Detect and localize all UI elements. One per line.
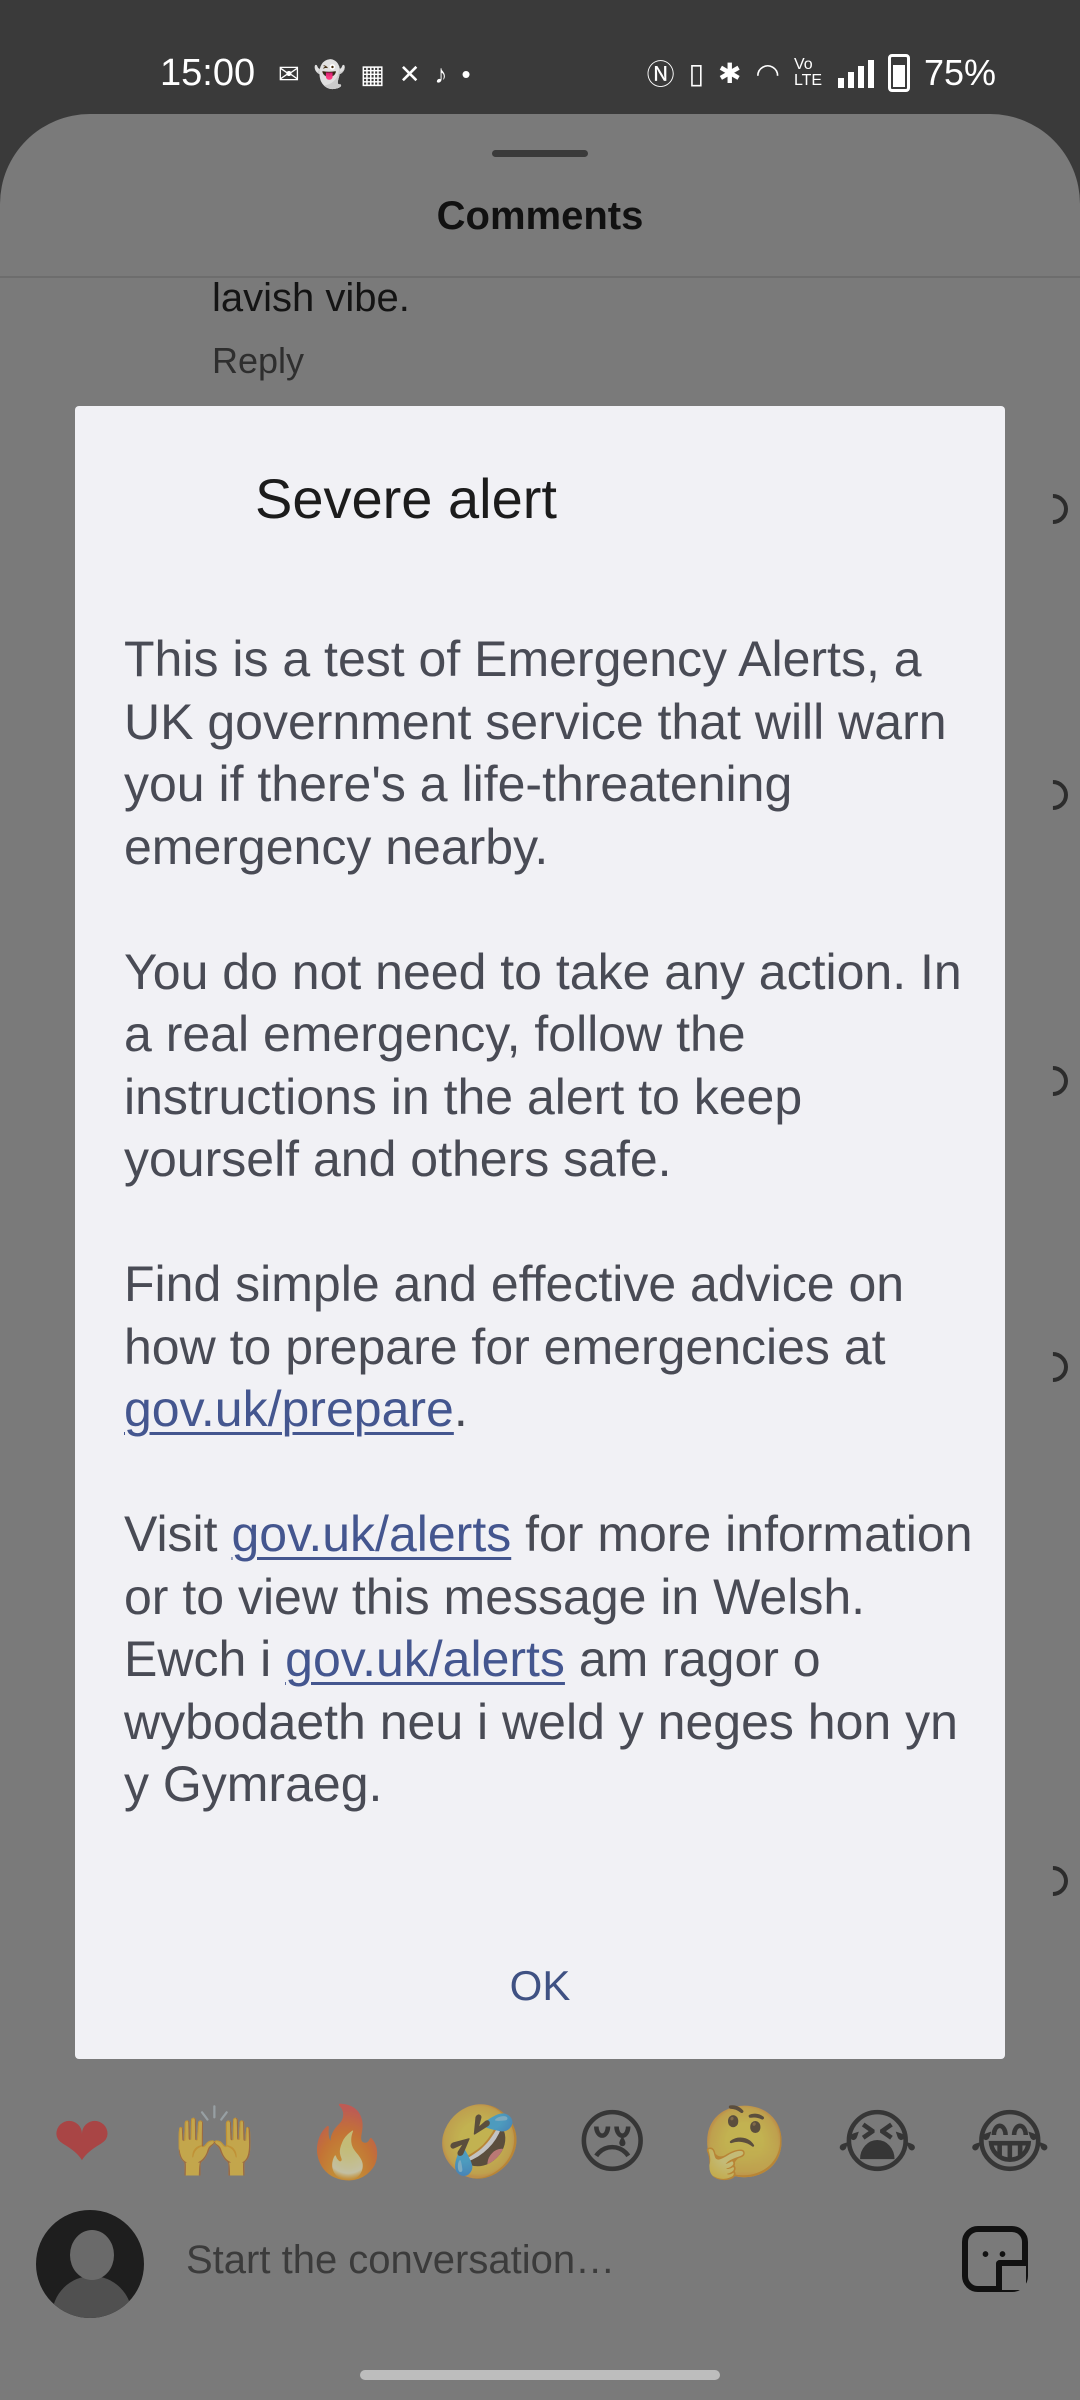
tiktok-icon: ♪: [434, 59, 448, 89]
like-heart-icon[interactable]: [1031, 487, 1075, 531]
alert-paragraph: You do not need to take any action. In a…: [124, 943, 962, 1188]
reaction-fire[interactable]: 🔥: [297, 2097, 397, 2187]
avatar-body: [52, 2276, 132, 2318]
avatar: [36, 2210, 144, 2318]
alert-paragraph: This is a test of Emergency Alerts, a UK…: [124, 631, 947, 875]
reaction-thinking[interactable]: 🤔: [695, 2097, 795, 2187]
comment-input[interactable]: Start the conversation…: [186, 2238, 615, 2283]
drag-handle[interactable]: [492, 150, 588, 157]
reaction-joy[interactable]: 😂: [960, 2097, 1060, 2187]
ok-button[interactable]: OK: [475, 1946, 605, 2026]
reaction-rofl[interactable]: 🤣: [430, 2097, 530, 2187]
snapchat-icon: 👻: [313, 59, 347, 89]
wifi-icon: ◠: [755, 57, 780, 89]
status-time: 15:00: [160, 52, 256, 94]
halifax-icon: ✕: [398, 59, 421, 89]
sticker-icon[interactable]: ••: [962, 2226, 1028, 2292]
severe-alert-dialog: Severe alert This is a test of Emergency…: [75, 406, 1005, 2059]
paragraph-text: Find simple and effective advice on how …: [124, 1256, 905, 1375]
signal-icon: [837, 58, 874, 88]
battery-icon: [887, 54, 910, 92]
notification-icons: ✉ 👻 ▦ ✕ ♪ •: [278, 52, 471, 96]
reply-button[interactable]: Reply: [212, 340, 304, 382]
paragraph-text: Visit: [124, 1506, 232, 1562]
reaction-raised-hands[interactable]: 🙌: [165, 2097, 265, 2187]
like-heart-icon[interactable]: [1031, 1859, 1075, 1903]
paragraph-text: Ewch i: [124, 1631, 286, 1687]
sticker-face: ••: [982, 2244, 1017, 2266]
bluetooth-icon: ✱: [718, 57, 742, 89]
temu-icon: ▦: [360, 59, 385, 89]
like-heart-icon[interactable]: [1031, 1345, 1075, 1389]
messenger-icon: ✉: [278, 59, 300, 89]
reaction-sad[interactable]: 😢: [562, 2097, 662, 2187]
like-heart-icon[interactable]: [1031, 1059, 1075, 1103]
nfc-icon: Ⓝ: [646, 59, 675, 90]
dialog-title: Severe alert: [255, 467, 557, 530]
system-icons: Ⓝ ▯ ✱ ◠ Vo LTE 75%: [647, 48, 996, 98]
battery-percentage: 75%: [923, 52, 996, 93]
divider: [0, 276, 1080, 278]
vibrate-icon: ▯: [688, 57, 705, 89]
like-heart-icon[interactable]: [1031, 773, 1075, 817]
prepare-link[interactable]: gov.uk/prepare: [124, 1381, 454, 1437]
sheet-title: Comments: [436, 194, 644, 238]
alert-paragraph: Find simple and effective advice on how …: [124, 1253, 984, 1441]
alerts-link-welsh[interactable]: gov.uk/alerts: [285, 1631, 565, 1687]
alerts-link[interactable]: gov.uk/alerts: [231, 1506, 511, 1562]
reaction-crying[interactable]: 😭: [827, 2097, 927, 2187]
status-bar: 15:00 ✉ 👻 ▦ ✕ ♪ • Ⓝ ▯ ✱ ◠ Vo LTE 75%: [0, 0, 1080, 118]
dialog-body: This is a test of Emergency Alerts, a UK…: [124, 628, 984, 1816]
alert-paragraph: Visit gov.uk/alerts for more information…: [124, 1503, 984, 1816]
home-indicator[interactable]: [360, 2370, 720, 2380]
quick-reactions: ❤ 🙌 🔥 🤣 😢 🤔 😭 😂: [0, 2092, 1080, 2192]
paragraph-text: .: [453, 1381, 468, 1437]
reaction-heart[interactable]: ❤: [32, 2097, 132, 2187]
comment-text: lavish vibe.: [212, 276, 410, 320]
volte-icon: Vo LTE: [793, 56, 823, 89]
avatar-head: [70, 2230, 114, 2280]
dot-icon: •: [461, 59, 471, 89]
